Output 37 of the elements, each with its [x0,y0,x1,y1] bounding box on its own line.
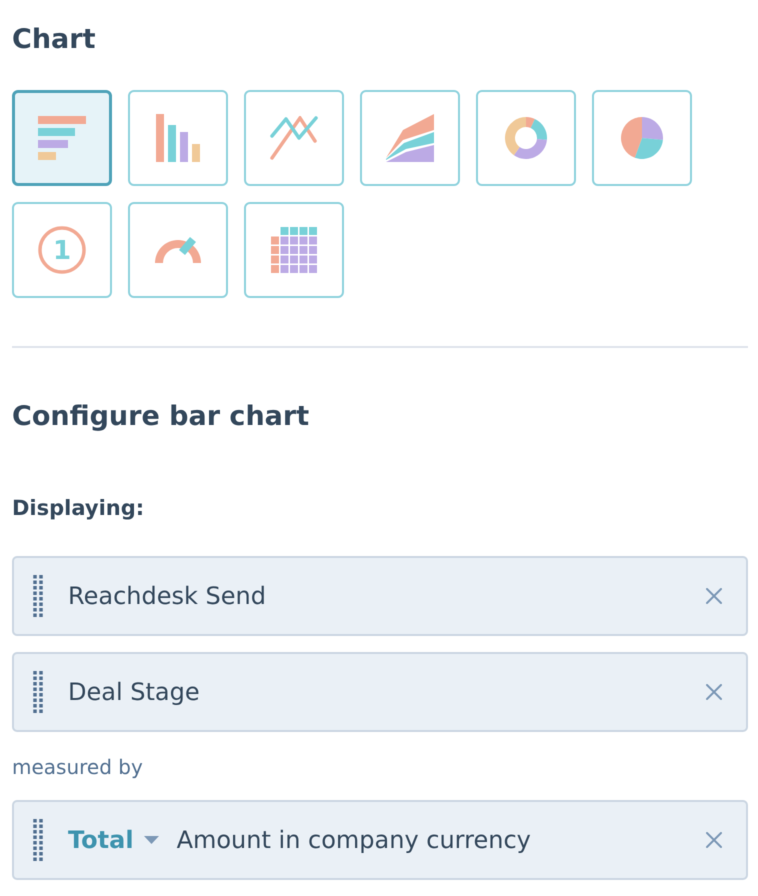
pie-chart-icon [621,117,663,159]
donut-chart-icon [505,117,547,159]
chart-type-button[interactable] [244,202,344,298]
drag-handle-icon[interactable] [33,575,43,617]
close-icon [706,832,722,848]
measure-row[interactable]: Total Amount in company currency [12,800,748,880]
remove-button[interactable] [706,588,722,604]
configure-title: Configure bar chart [12,400,310,434]
measured-by-label: measured by [12,754,143,780]
drag-handle-icon[interactable] [33,671,43,713]
dimension-label: Deal Stage [68,678,200,706]
section-title: Chart [12,23,96,57]
chart-type-button[interactable] [128,202,228,298]
remove-button[interactable] [706,684,722,700]
chart-type-button[interactable] [128,90,228,186]
chart-type-button[interactable] [476,90,576,186]
dimension-row[interactable]: Deal Stage [12,652,748,732]
drag-handle-icon[interactable] [33,819,43,861]
remove-button[interactable] [706,832,722,848]
dimension-row[interactable]: Reachdesk Send [12,556,748,636]
horizontal-bar-chart-icon [38,116,86,160]
area-chart-icon [386,114,434,162]
gauge-icon [154,236,202,264]
chart-type-button[interactable] [360,90,460,186]
line-chart-icon [270,116,318,160]
measure-label: Amount in company currency [176,826,531,854]
close-icon [706,684,722,700]
dimension-label: Reachdesk Send [68,582,266,610]
chart-type-button[interactable] [592,90,692,186]
chart-type-button[interactable] [244,90,344,186]
caret-icon [144,836,159,844]
bar-chart-icon [156,114,200,162]
close-icon [706,588,722,604]
displaying-label: Displaying: [12,495,144,522]
number-circle-icon: 1 [38,226,86,274]
heatmap-grid-icon [271,227,317,273]
chart-type-button[interactable] [12,90,112,186]
